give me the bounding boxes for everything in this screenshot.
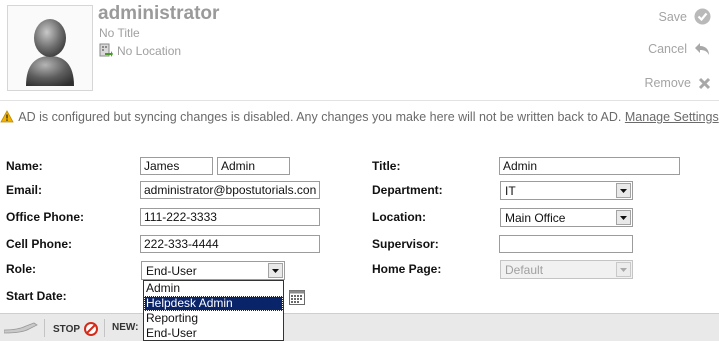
role-label: Role:	[6, 262, 36, 276]
ad-sync-warning: AD is configured but syncing changes is …	[0, 109, 719, 127]
user-title: No Title	[99, 26, 140, 40]
user-location: No Location	[99, 43, 181, 58]
role-select[interactable]: End-User	[141, 261, 285, 280]
stop-label: STOP	[53, 323, 81, 335]
user-location-text: No Location	[117, 43, 182, 58]
start-date-label: Start Date:	[6, 289, 67, 303]
title-field[interactable]: Admin	[499, 157, 680, 175]
home-page-select: Default	[500, 260, 633, 279]
location-icon	[99, 43, 113, 57]
department-label: Department:	[372, 183, 443, 197]
warning-icon	[0, 110, 14, 127]
title-label: Title:	[372, 159, 401, 173]
role-option-end-user[interactable]: End-User	[144, 326, 283, 341]
toolbar-divider	[104, 319, 105, 337]
avatar	[7, 5, 93, 91]
grab-handle-icon[interactable]	[4, 320, 40, 334]
stop-button[interactable]: STOP	[53, 322, 99, 336]
supervisor-field[interactable]	[499, 235, 633, 253]
role-option-admin[interactable]: Admin	[144, 281, 283, 296]
new-menu[interactable]: NEW:	[112, 322, 138, 333]
cancel-button[interactable]: Cancel	[648, 42, 711, 56]
cell-phone-label: Cell Phone:	[6, 237, 73, 251]
location-label: Location:	[372, 210, 426, 224]
cell-phone-field[interactable]: 222-333-4444	[140, 235, 320, 253]
manage-settings-link[interactable]: Manage Settings	[625, 110, 719, 124]
office-phone-label: Office Phone:	[6, 210, 85, 224]
remove-label: Remove	[644, 76, 691, 90]
office-phone-field[interactable]: 111-222-3333	[140, 208, 320, 226]
role-dropdown-list: Admin Helpdesk Admin Reporting End-User	[143, 280, 284, 341]
stop-icon	[84, 322, 99, 336]
location-select[interactable]: Main Office	[500, 208, 633, 227]
email-field[interactable]: administrator@bpostutorials.con	[140, 181, 320, 199]
new-label: NEW:	[112, 322, 139, 333]
chevron-down-icon	[616, 262, 631, 277]
toolbar-divider	[44, 319, 45, 337]
chevron-down-icon[interactable]	[616, 210, 631, 225]
chevron-down-icon[interactable]	[616, 183, 631, 198]
role-option-helpdesk-admin[interactable]: Helpdesk Admin	[144, 296, 283, 311]
department-selected-value: IT	[505, 184, 516, 198]
chevron-down-icon[interactable]	[268, 263, 283, 278]
home-page-selected-value: Default	[505, 263, 544, 277]
user-silhouette-icon	[26, 19, 74, 86]
remove-button[interactable]: Remove	[644, 76, 711, 90]
save-button[interactable]: Save	[659, 8, 712, 25]
bottom-toolbar: STOP NEW:	[0, 313, 719, 341]
supervisor-label: Supervisor:	[372, 237, 439, 251]
role-selected-value: End-User	[146, 264, 197, 278]
user-name: administrator	[98, 3, 220, 24]
header-divider	[0, 100, 719, 101]
location-selected-value: Main Office	[505, 211, 566, 225]
home-page-label: Home Page:	[372, 262, 442, 276]
first-name-field[interactable]: James	[140, 157, 213, 175]
department-select[interactable]: IT	[500, 181, 633, 200]
name-label: Name:	[6, 159, 43, 173]
email-label: Email:	[6, 183, 43, 197]
cancel-label: Cancel	[648, 42, 687, 56]
last-name-field[interactable]: Admin	[217, 157, 290, 175]
close-icon	[698, 77, 711, 89]
warning-message: AD is configured but syncing changes is …	[18, 110, 622, 124]
role-option-reporting[interactable]: Reporting	[144, 311, 283, 326]
calendar-icon[interactable]	[289, 290, 305, 308]
checkmark-icon	[694, 8, 711, 25]
save-label: Save	[658, 9, 688, 24]
undo-arrow-icon	[695, 43, 709, 55]
